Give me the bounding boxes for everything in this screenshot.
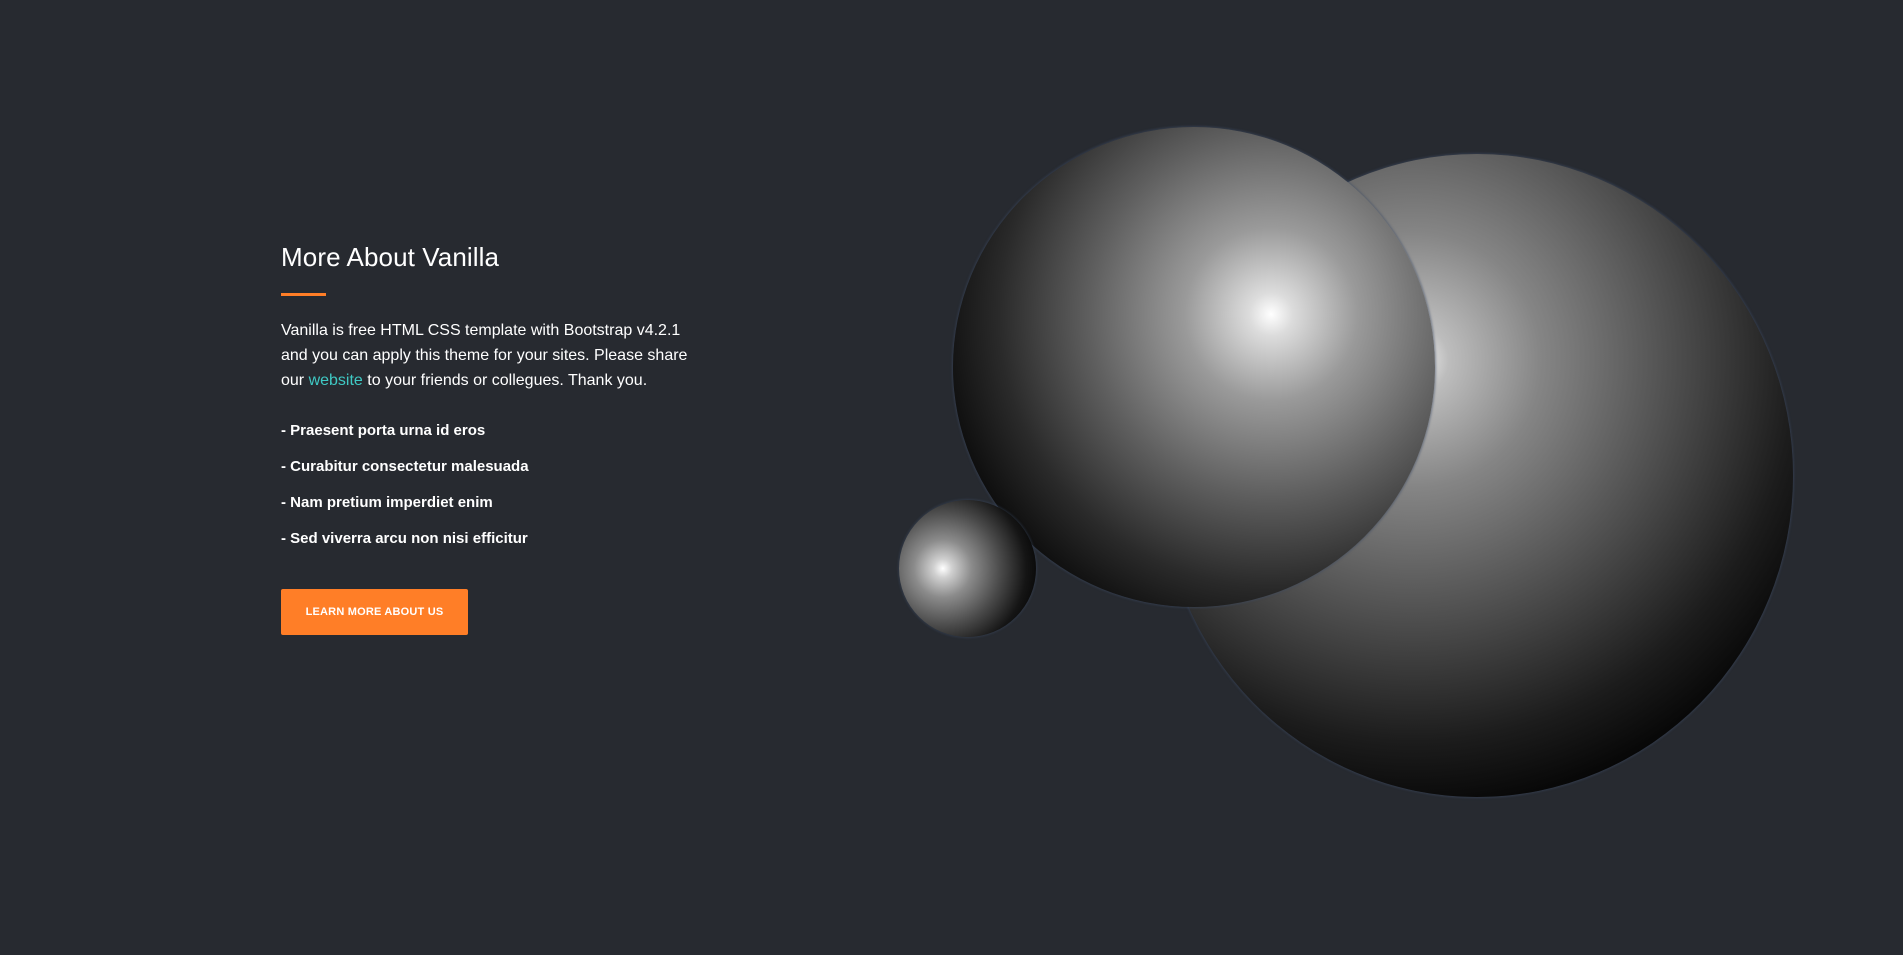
about-content: More About Vanilla Vanilla is free HTML … bbox=[281, 238, 701, 635]
feature-list: - Praesent porta urna id eros - Curabitu… bbox=[281, 421, 701, 549]
small-sphere-illustration bbox=[899, 500, 1036, 637]
feature-item: - Curabitur consectetur malesuada bbox=[281, 458, 529, 475]
learn-more-button[interactable]: LEARN MORE ABOUT US bbox=[281, 589, 468, 635]
intro-text-end: to your friends or collegues. Thank you. bbox=[362, 372, 648, 389]
feature-item: - Praesent porta urna id eros bbox=[281, 422, 486, 439]
section-heading: More About Vanilla bbox=[281, 242, 500, 272]
about-section: More About Vanilla Vanilla is free HTML … bbox=[0, 0, 1903, 955]
intro-paragraph: Vanilla is free HTML CSS template with B… bbox=[281, 318, 701, 393]
feature-item: - Nam pretium imperdiet enim bbox=[281, 494, 493, 511]
feature-item: - Sed viverra arcu non nisi efficitur bbox=[281, 530, 528, 547]
website-link[interactable]: website bbox=[309, 372, 363, 389]
heading-underline bbox=[281, 293, 326, 296]
